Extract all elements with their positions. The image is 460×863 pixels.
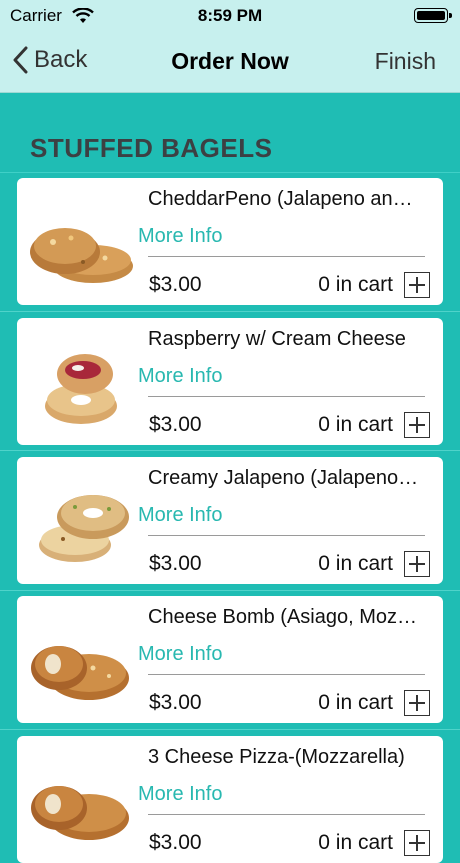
row-separator <box>0 590 460 591</box>
row-separator <box>0 311 460 312</box>
more-info-link[interactable]: More Info <box>138 783 222 806</box>
bagel-image <box>45 354 117 424</box>
product-name: 3 Cheese Pizza-(Mozzarella) <box>148 746 405 768</box>
product-card: 3 Cheese Pizza-(Mozzarella) More Info $3… <box>17 736 443 863</box>
product-card: Raspberry w/ Cream Cheese More Info $3.0… <box>17 318 443 445</box>
cart-count: 0 in cart <box>318 831 393 854</box>
finish-button[interactable]: Finish <box>375 48 436 75</box>
cart-count: 0 in cart <box>318 413 393 436</box>
product-name: Creamy Jalapeno (Jalapeno Cream Cheese) <box>148 467 420 489</box>
product-price: $3.00 <box>149 552 202 575</box>
bagel-image <box>30 228 133 283</box>
card-divider <box>148 814 425 815</box>
more-info-link[interactable]: More Info <box>138 643 222 666</box>
add-to-cart-button[interactable] <box>404 412 430 438</box>
status-bar: Carrier 8:59 PM <box>0 0 460 32</box>
card-divider <box>148 256 425 257</box>
product-price: $3.00 <box>149 273 202 296</box>
cart-count: 0 in cart <box>318 273 393 296</box>
card-divider <box>148 396 425 397</box>
add-to-cart-button[interactable] <box>404 830 430 856</box>
clock: 8:59 PM <box>197 6 263 25</box>
product-card: Cheese Bomb (Asiago, Mozzarella) More In… <box>17 596 443 723</box>
product-price: $3.00 <box>149 691 202 714</box>
navigation-bar: Back Order Now Finish <box>0 32 460 93</box>
add-to-cart-button[interactable] <box>404 690 430 716</box>
cart-count: 0 in cart <box>318 691 393 714</box>
card-divider <box>148 535 425 536</box>
section-divider <box>0 172 460 173</box>
bagel-image <box>31 786 129 840</box>
add-to-cart-button[interactable] <box>404 551 430 577</box>
product-name: Cheese Bomb (Asiago, Mozzarella) <box>148 606 420 628</box>
product-card: CheddarPeno (Jalapeno and Cheddar) More … <box>17 178 443 305</box>
battery-icon <box>414 8 452 23</box>
bagel-image <box>39 495 129 562</box>
add-to-cart-button[interactable] <box>404 272 430 298</box>
more-info-link[interactable]: More Info <box>138 504 222 527</box>
row-separator <box>0 729 460 730</box>
product-card: Creamy Jalapeno (Jalapeno Cream Cheese) … <box>17 457 443 584</box>
product-price: $3.00 <box>149 831 202 854</box>
bagel-image <box>31 646 129 700</box>
product-price: $3.00 <box>149 413 202 436</box>
more-info-link[interactable]: More Info <box>138 365 222 388</box>
row-separator <box>0 450 460 451</box>
section-title: STUFFED BAGELS <box>30 133 273 163</box>
card-divider <box>148 674 425 675</box>
product-name: Raspberry w/ Cream Cheese <box>148 328 406 350</box>
more-info-link[interactable]: More Info <box>138 225 222 248</box>
cart-count: 0 in cart <box>318 552 393 575</box>
product-name: CheddarPeno (Jalapeno and Cheddar) <box>148 188 420 210</box>
